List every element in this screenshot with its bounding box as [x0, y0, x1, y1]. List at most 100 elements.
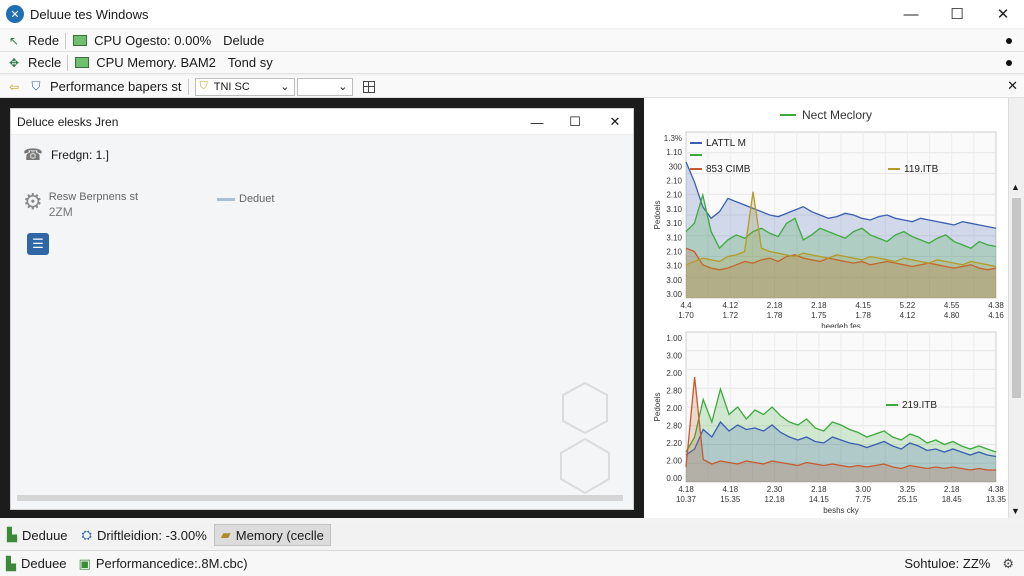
inner-maximize-button[interactable]: ☐: [555, 109, 595, 135]
tni-select[interactable]: ⛉ TNI SC ⌄: [194, 77, 295, 96]
close-button[interactable]: ✕: [980, 0, 1024, 28]
legend-line-icon: [779, 114, 796, 116]
x-tick-label: 1.70: [678, 311, 694, 320]
x-tick-label: 4.18: [722, 485, 738, 494]
y-tick-label: 2.00: [666, 369, 682, 378]
y-tick-label: 2.10: [666, 177, 682, 186]
scroll-down-icon[interactable]: ▼: [1011, 506, 1020, 516]
y-tick-label: 2.00: [666, 404, 682, 413]
inner-row-2[interactable]: ⚙ Resw Berpnens st 2ZM: [23, 189, 138, 220]
horizontal-scrollbar[interactable]: [17, 495, 623, 501]
x-tick-label: 2.18: [767, 301, 783, 310]
y-axis-label: Pedoeis: [653, 393, 662, 422]
performance-item[interactable]: ⇦ ⛉ Performance bapers st: [0, 76, 188, 98]
x-tick-label: 15.35: [720, 495, 741, 504]
x-tick-label: 4.80: [944, 311, 960, 320]
x-tick-label: 2.30: [767, 485, 783, 494]
performance-label: Performance bapers st: [50, 79, 182, 94]
x-tick-label: 4.4: [680, 301, 692, 310]
legend-swatch: [217, 197, 235, 201]
inner-row-2-text: Resw Berpnens st 2ZM: [49, 191, 138, 219]
minimize-button[interactable]: —: [888, 0, 934, 28]
rede-button[interactable]: ↖ Rede: [0, 30, 65, 52]
y-tick-label: 2.80: [666, 387, 682, 396]
x-tick-label: 4.55: [944, 301, 960, 310]
toolbar-close-icon[interactable]: ✕: [1007, 78, 1018, 94]
chart-bottom: 1.00 3.00 2.00 2.80 2.00 2.80 2.20 2.00 0.00 10.3…: [653, 331, 1007, 515]
x-axis-label: beshs cky: [823, 506, 859, 515]
cpu-usage-item[interactable]: CPU Ogesto: 0.00%: [66, 30, 217, 52]
chart-icon: ▙: [7, 527, 17, 542]
secondary-select[interactable]: ⌄: [296, 77, 353, 96]
y-tick-label: 3.10: [666, 262, 682, 271]
legend-label: 853 CIMB: [706, 164, 751, 175]
status-deduee[interactable]: ▙ Deduee: [0, 553, 73, 575]
x-tick-label: 10.37: [676, 495, 697, 504]
y-tick-label: 3.00: [666, 276, 682, 285]
x-tick-label: 2.18: [811, 485, 827, 494]
inner-row-1[interactable]: ☎ Fredgn: 1.]: [23, 145, 109, 165]
chart-icon: ▙: [6, 555, 16, 571]
grid-icon: [362, 80, 375, 93]
cpu-memory-item[interactable]: CPU Memory. BAM2: [68, 52, 222, 74]
x-tick-label: 12.18: [765, 495, 786, 504]
inner-minimize-button[interactable]: —: [517, 109, 557, 135]
delude-label: Delude: [223, 33, 265, 48]
status-performance[interactable]: ▣ Performancedice:.8M.cbc): [73, 553, 254, 575]
grid-button[interactable]: [357, 76, 381, 98]
x-tick-label: 3.25: [900, 485, 916, 494]
y-tick-label: 2.10: [666, 247, 682, 256]
delude-item[interactable]: Delude: [217, 30, 270, 52]
x-tick-label: 18.45: [942, 495, 963, 504]
y-tick-label: 2.10: [666, 191, 682, 200]
x-tick-label: 1.75: [811, 311, 827, 320]
x-tick-label: 2.18: [811, 301, 827, 310]
gear-icon: ⚙: [23, 189, 43, 214]
tab-memory-label: Memory (ceclle: [235, 527, 324, 543]
chevron-down-icon: ⌄: [280, 81, 290, 93]
x-tick-label: 4.12: [900, 311, 916, 320]
monitor-icon: [72, 34, 88, 48]
cpu-usage-label: CPU Ogesto: 0.00%: [94, 33, 212, 48]
inner-row-2-right: Deduet: [217, 193, 274, 205]
legend-label: 219.ITB: [902, 400, 937, 411]
recle-button[interactable]: ✥ Recle: [0, 52, 67, 74]
list-view-button[interactable]: ☰: [27, 233, 49, 255]
toolbar-dot-icon: [1006, 38, 1012, 44]
resize-grip-icon: ⚙: [1002, 555, 1014, 571]
y-tick-label: 1.10: [666, 148, 682, 157]
scroll-up-icon[interactable]: ▲: [1011, 182, 1020, 192]
x-tick-label: 7.75: [855, 495, 871, 504]
monitor-icon: [74, 56, 90, 70]
shield-icon: ⛉: [31, 79, 41, 93]
monitor-icon: ▣: [78, 555, 91, 571]
y-tick-label: 300: [669, 162, 683, 171]
tond-item[interactable]: Tond sy: [222, 52, 279, 74]
window-title: Deluue tes Windows: [30, 6, 149, 22]
toolbar-dot-icon: [1006, 60, 1012, 66]
hexagon-decor-icon: [560, 381, 610, 495]
scroll-thumb[interactable]: [1012, 198, 1021, 398]
tab-deduue[interactable]: ▙ Deduue: [0, 524, 75, 546]
inner-close-button[interactable]: ✕: [595, 109, 635, 135]
bell-icon: ☎: [23, 147, 43, 164]
tab-memory[interactable]: ▰ Memory (ceclle: [213, 524, 331, 546]
move-icon: ✥: [8, 55, 20, 70]
vertical-scrollbar[interactable]: ▲ ▼: [1008, 98, 1024, 518]
legend-label: 119.ITB: [904, 164, 939, 175]
folder-icon: ▰: [220, 527, 231, 542]
y-tick-label: 3.00: [666, 290, 682, 299]
status-performance-label: Performancedice:.8M.cbc): [95, 556, 248, 571]
chart-legend-header: Nect Meclory: [644, 108, 1008, 122]
maximize-button[interactable]: ☐: [934, 0, 980, 28]
inner-window-title: Deluce elesks Jren: [17, 114, 119, 129]
window-titlebar: ✕ Deluue tes Windows — ☐ ✕: [0, 0, 1024, 28]
cursor-icon: ↖: [8, 33, 20, 48]
tab-driftleidion[interactable]: ⛭ Driftleidion: -3.00%: [75, 524, 214, 546]
bottom-tabs: ▙ Deduue ⛭ Driftleidion: -3.00% ▰ Memory…: [0, 522, 1024, 548]
x-tick-label: 4.18: [678, 485, 694, 494]
x-tick-label: 13.35: [986, 495, 1007, 504]
status-bar: ▙ Deduee ▣ Performancedice:.8M.cbc) Soht…: [0, 550, 1024, 576]
inner-row-2-right-label: Deduet: [239, 193, 275, 205]
toolbar-row-2: ✥ Recle CPU Memory. BAM2 Tond sy: [0, 52, 1024, 74]
